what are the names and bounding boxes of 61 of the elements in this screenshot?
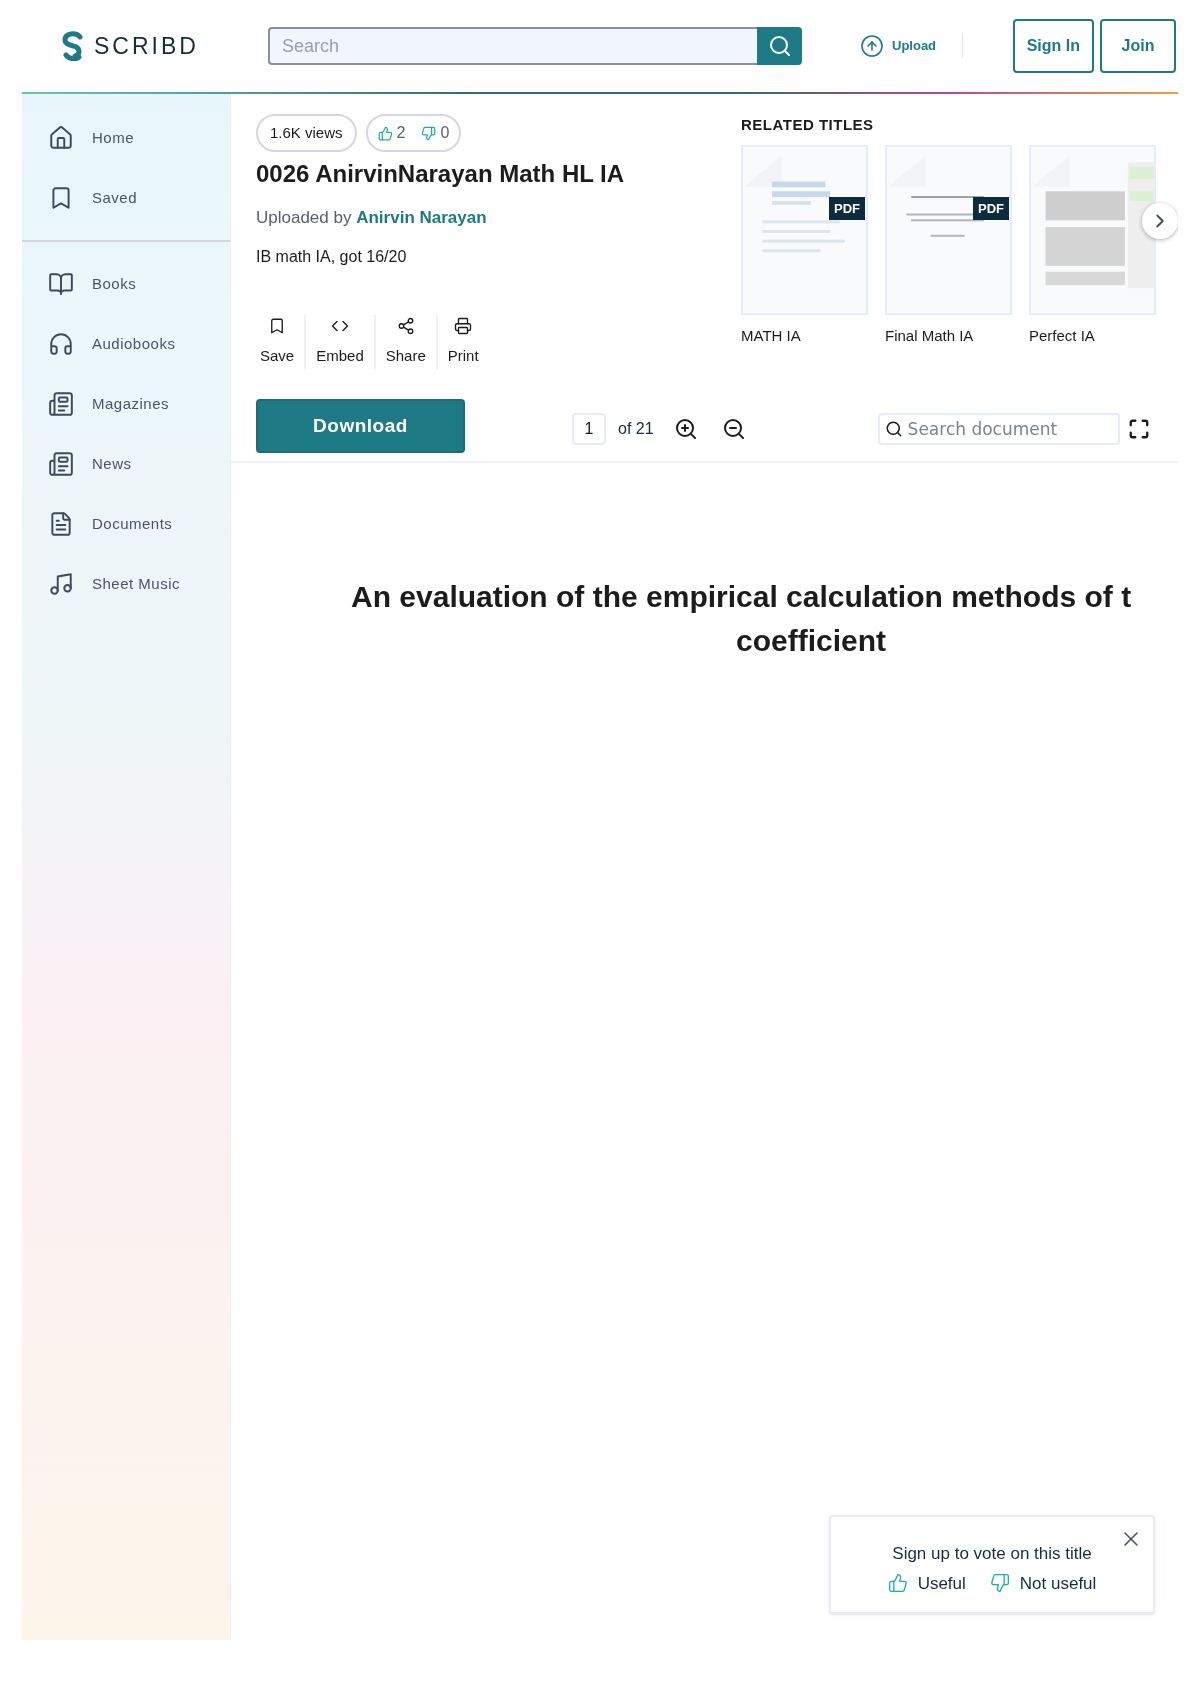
- pdf-badge: PDF: [973, 196, 1009, 220]
- logo-wordmark: SCRIBD: [94, 31, 199, 61]
- search-document-field[interactable]: Search document: [877, 413, 1120, 445]
- document-description: IB math IA, got 16/20: [256, 246, 408, 267]
- views-badge: 1.6K views: [256, 114, 357, 152]
- zoom-in-icon[interactable]: [673, 417, 698, 441]
- document-icon: [48, 511, 74, 537]
- sidebar-item[interactable]: Sheet Music: [22, 554, 230, 614]
- fullscreen-icon[interactable]: [1128, 418, 1150, 440]
- sidebar-item[interactable]: Saved: [22, 168, 230, 228]
- action-button[interactable]: Share: [373, 314, 436, 369]
- zoom-out-icon[interactable]: [721, 417, 746, 441]
- action-button[interactable]: Print: [435, 314, 489, 369]
- share-icon: [396, 316, 415, 335]
- printer-icon: [454, 316, 473, 335]
- sidebar-item[interactable]: Audiobooks: [22, 314, 230, 374]
- related-title: Perfect IA: [1029, 325, 1096, 346]
- thumbs-up-icon: [887, 1573, 908, 1594]
- uploaded-by-label: Uploaded by: [256, 208, 353, 227]
- related-title: MATH IA: [741, 325, 802, 346]
- upvote-count: 2: [396, 123, 406, 143]
- related-title: Final Math IA: [885, 325, 975, 346]
- book-icon: [48, 271, 74, 297]
- vote-prompt: Sign up to vote on this title: [891, 1543, 1093, 1565]
- search-icon: [767, 34, 792, 58]
- logo-icon: [60, 31, 86, 61]
- search-icon: [884, 420, 903, 438]
- sidebar-item[interactable]: News: [22, 434, 230, 494]
- document-heading: coefficient: [735, 623, 887, 659]
- action-button[interactable]: Embed: [304, 314, 374, 369]
- thumbs-down-icon: [421, 125, 437, 141]
- newspaper-icon: [48, 451, 74, 477]
- uploader-link[interactable]: Anirvin Narayan: [356, 208, 487, 227]
- music-note-icon: [48, 571, 74, 597]
- sidebar-item[interactable]: Magazines: [22, 374, 230, 434]
- home-icon: [48, 125, 74, 151]
- thumbs-up-icon: [377, 125, 393, 141]
- next-button[interactable]: [1142, 202, 1178, 239]
- sidebar-item[interactable]: Books: [22, 254, 230, 314]
- pdf-badge: PDF: [829, 196, 865, 220]
- upload-link[interactable]: Upload: [860, 34, 937, 58]
- headphones-icon: [48, 331, 74, 357]
- sign-in-button[interactable]: Sign In: [1012, 19, 1094, 73]
- sidebar-item[interactable]: Documents: [22, 494, 230, 554]
- document-title: 0026 AnirvinNarayan Math HL IA: [256, 159, 626, 189]
- useful-button[interactable]: Useful: [887, 1570, 966, 1596]
- join-button[interactable]: Join: [1100, 19, 1176, 73]
- magazine-icon: [48, 391, 74, 417]
- page-number-field[interactable]: 1: [572, 413, 606, 445]
- document-heading: An evaluation of the empirical calculation methods of t: [350, 579, 1133, 615]
- not-useful-button[interactable]: Not useful: [989, 1570, 1097, 1596]
- download-button[interactable]: Download: [256, 399, 465, 453]
- thumbs-down-icon: [989, 1573, 1010, 1594]
- sidebar-item[interactable]: Home: [22, 108, 230, 168]
- page-count: of 21: [618, 419, 654, 439]
- related-titles-heading: RELATED TITLES: [741, 115, 875, 135]
- search-button[interactable]: [757, 27, 802, 65]
- search-field[interactable]: Search: [268, 27, 757, 65]
- upload-icon: [860, 34, 884, 58]
- downvote-count: 0: [440, 123, 450, 143]
- action-button[interactable]: Save: [256, 314, 305, 369]
